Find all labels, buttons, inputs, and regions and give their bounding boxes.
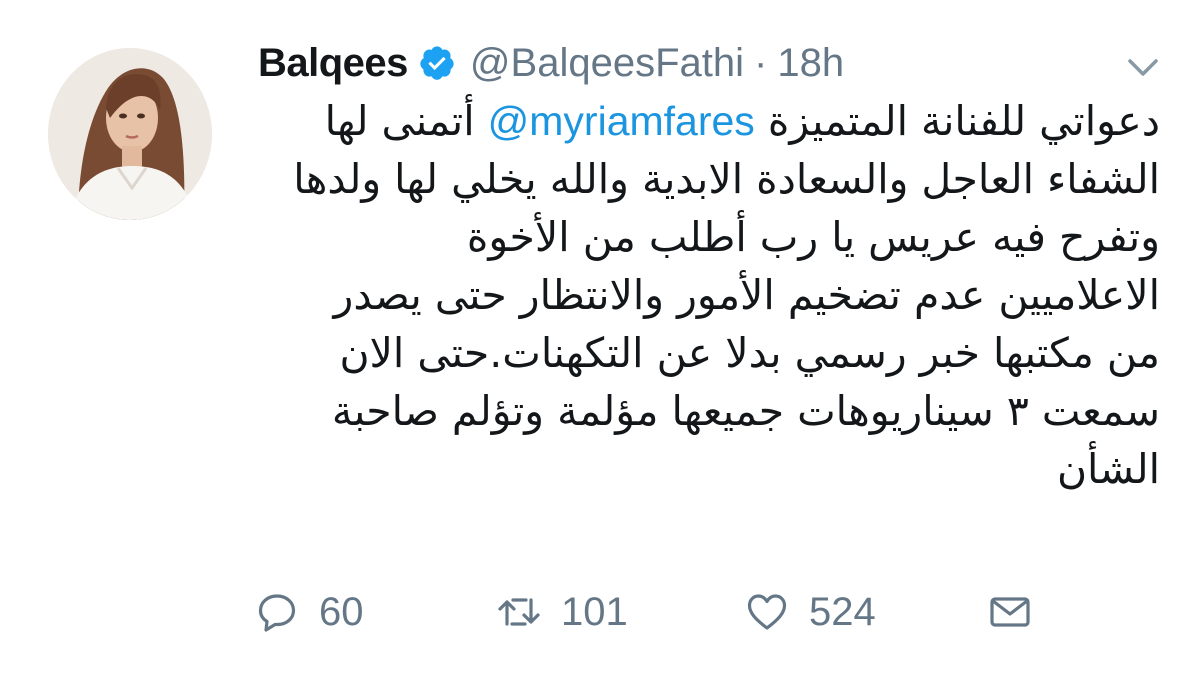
tweet-line-7: الشأن <box>1056 445 1160 493</box>
tweet-card: Balqees @BalqeesFathi · 18h دعواتي للفنا… <box>0 0 1200 678</box>
tweet-line-1-start: دعواتي للفنانة المتميزة <box>767 97 1160 145</box>
tweet-actions: 60 101 524 <box>255 582 1155 642</box>
avatar[interactable] <box>48 48 212 220</box>
tweet-line-1-end: أتمنى لها <box>324 97 475 145</box>
display-name[interactable]: Balqees <box>258 41 408 86</box>
retweet-icon <box>497 590 541 634</box>
reply-count: 60 <box>319 589 364 634</box>
like-button[interactable]: 524 <box>745 582 876 642</box>
verified-badge-icon <box>418 44 456 82</box>
tweet-timestamp[interactable]: 18h <box>777 41 844 86</box>
separator-dot: · <box>754 40 768 85</box>
reply-icon <box>255 590 299 634</box>
reply-button[interactable]: 60 <box>255 582 364 642</box>
tweet-line-3: وتفرح فيه عريس يا رب أطلب من الأخوة <box>466 213 1160 261</box>
tweet-text: دعواتي للفنانة المتميزة @myriamfares أتم… <box>250 92 1160 498</box>
tweet-line-1: دعواتي للفنانة المتميزة @myriamfares أتم… <box>250 92 1160 150</box>
user-handle[interactable]: @BalqeesFathi <box>470 41 744 86</box>
retweet-count: 101 <box>561 589 628 634</box>
heart-icon <box>745 590 789 634</box>
chevron-down-icon[interactable] <box>1124 52 1162 82</box>
envelope-icon <box>988 590 1032 634</box>
tweet-line-2: الشفاء العاجل والسعادة الابدية والله يخل… <box>293 155 1160 203</box>
tweet-header: Balqees @BalqeesFathi · 18h <box>258 38 844 88</box>
tweet-line-5: من مكتبها خبر رسمي بدلا عن التكهنات.حتى … <box>339 329 1160 377</box>
retweet-button[interactable]: 101 <box>497 582 628 642</box>
tweet-line-6: سمعت ٣ سيناريوهات جميعها مؤلمة وتؤلم صاح… <box>331 387 1160 435</box>
mention-link[interactable]: @myriamfares <box>488 98 755 144</box>
tweet-line-4: الاعلاميين عدم تضخيم الأمور والانتظار حت… <box>333 271 1160 319</box>
direct-message-button[interactable] <box>988 582 1032 642</box>
like-count: 524 <box>809 589 876 634</box>
